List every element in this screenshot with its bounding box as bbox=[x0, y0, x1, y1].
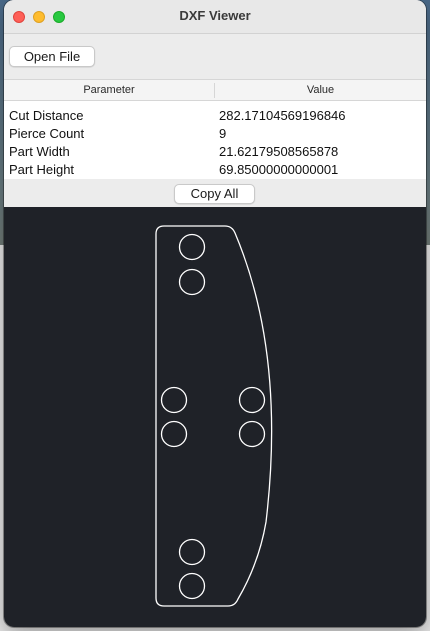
table-row[interactable]: Cut Distance 282.17104569196846 bbox=[4, 107, 426, 125]
parameter-cell: Pierce Count bbox=[9, 126, 85, 141]
dxf-preview-canvas[interactable] bbox=[4, 207, 426, 627]
pierce-hole bbox=[178, 538, 206, 566]
pierce-hole bbox=[238, 420, 266, 448]
copy-all-button[interactable]: Copy All bbox=[174, 184, 255, 204]
open-file-button[interactable]: Open File bbox=[9, 46, 95, 67]
title-bar[interactable]: DXF Viewer bbox=[4, 0, 426, 34]
parameter-cell: Part Width bbox=[9, 144, 70, 159]
value-cell: 282.17104569196846 bbox=[219, 108, 346, 123]
column-header-parameter[interactable]: Parameter bbox=[4, 84, 214, 96]
parameter-cell: Cut Distance bbox=[9, 108, 84, 123]
table-row[interactable]: Part Width 21.62179508565878 bbox=[4, 143, 426, 161]
pierce-hole bbox=[238, 386, 266, 414]
dxf-viewer-window: DXF Viewer Open File Parameter Value Cut… bbox=[4, 0, 426, 627]
table-row[interactable]: Pierce Count 9 bbox=[4, 125, 426, 143]
pierce-hole bbox=[178, 233, 206, 261]
pierce-hole bbox=[178, 268, 206, 296]
part-outline bbox=[155, 225, 273, 607]
table-header: Parameter Value bbox=[4, 79, 426, 101]
value-cell: 21.62179508565878 bbox=[219, 144, 339, 159]
parameter-cell: Part Height bbox=[9, 162, 75, 177]
pierce-hole bbox=[160, 386, 188, 414]
column-header-value[interactable]: Value bbox=[215, 84, 426, 96]
value-cell: 9 bbox=[219, 126, 227, 141]
toolbar: Open File bbox=[4, 34, 426, 79]
part-drawing bbox=[155, 225, 273, 607]
value-cell: 69.85000000000001 bbox=[219, 162, 339, 177]
parameter-table: Parameter Value Cut Distance 282.1710456… bbox=[4, 79, 426, 179]
window-title: DXF Viewer bbox=[179, 8, 251, 23]
table-row[interactable]: Part Height 69.85000000000001 bbox=[4, 161, 426, 179]
pierce-hole bbox=[178, 572, 206, 600]
pierce-hole bbox=[160, 420, 188, 448]
